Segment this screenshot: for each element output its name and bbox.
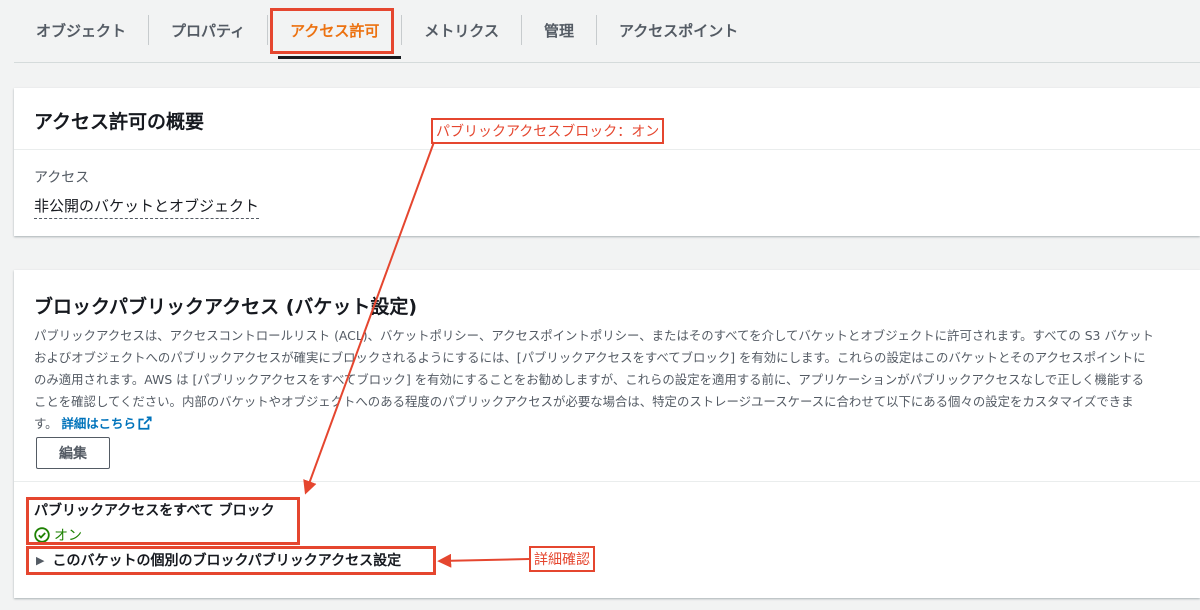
learn-more-label: 詳細はこちら	[61, 416, 136, 431]
tab-access-points[interactable]: アクセスポイント	[597, 0, 760, 60]
learn-more-link[interactable]: 詳細はこちら	[62, 416, 152, 431]
tab-bar: オブジェクト プロパティ アクセス許可 メトリクス 管理 アクセスポイント	[0, 0, 1200, 60]
edit-button[interactable]: 編集	[36, 437, 110, 469]
tab-label: メトリクス	[424, 21, 499, 40]
tab-label: プロパティ	[171, 21, 246, 40]
panel-description: パブリックアクセスは、アクセスコントロールリスト (ACL)、バケットポリシー、…	[34, 325, 1154, 435]
tab-label: 管理	[543, 21, 574, 40]
callout-details: 詳細確認	[529, 546, 595, 572]
external-link-icon	[138, 416, 152, 430]
tab-objects[interactable]: オブジェクト	[14, 0, 148, 60]
tab-management[interactable]: 管理	[522, 0, 596, 60]
description-text: パブリックアクセスは、アクセスコントロールリスト (ACL)、バケットポリシー、…	[34, 328, 1154, 431]
highlight-block-all	[26, 497, 300, 545]
tab-properties[interactable]: プロパティ	[149, 0, 267, 60]
panel-title: ブロックパブリックアクセス (バケット設定)	[34, 296, 418, 318]
tab-label: オブジェクト	[36, 21, 127, 40]
highlight-tab-permissions	[270, 8, 394, 54]
tab-metrics[interactable]: メトリクス	[402, 0, 521, 60]
callout-block-on: パブリックアクセスブロック：オン	[431, 118, 665, 144]
permissions-overview-panel: アクセス許可の概要 アクセス 非公開のバケットとオブジェクト	[14, 88, 1200, 236]
access-label: アクセス	[34, 170, 90, 186]
tab-underline-divider	[14, 62, 1200, 63]
highlight-expander	[26, 546, 436, 575]
access-value[interactable]: 非公開のバケットとオブジェクト	[34, 195, 260, 219]
tab-label: アクセスポイント	[618, 21, 739, 40]
